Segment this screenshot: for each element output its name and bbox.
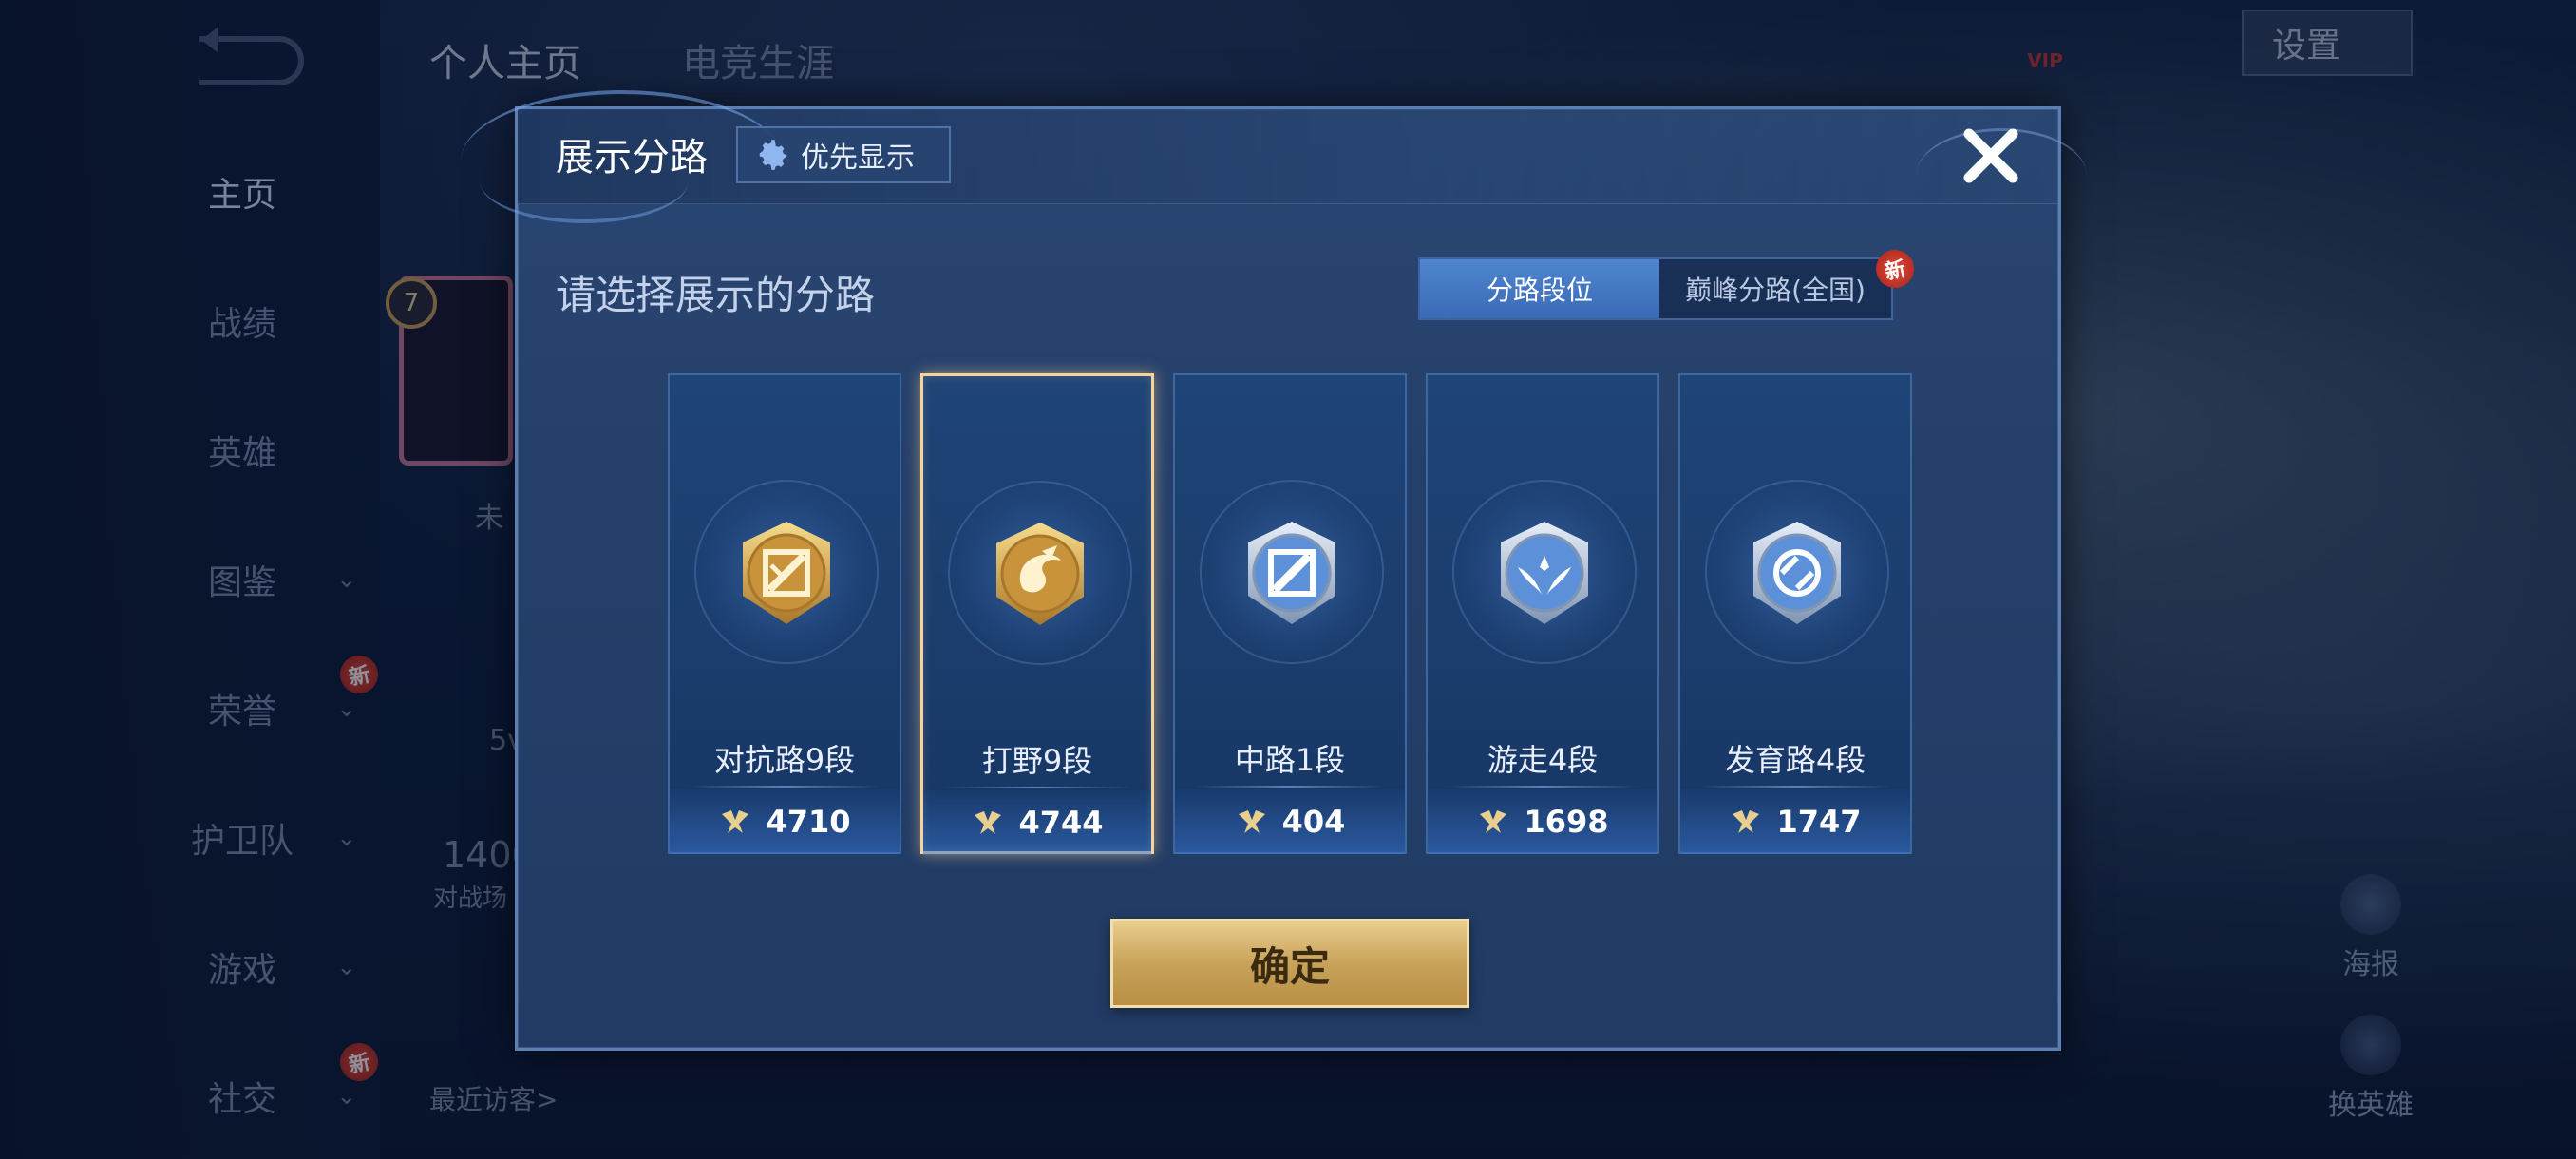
lane-mode-toggle: 分路段位 巅峰分路(全国) 新 [1418, 246, 1918, 320]
score-row: 1747 [1680, 789, 1910, 854]
lane-card[interactable]: 游走4段 1698 [1426, 373, 1659, 854]
lane-rank-label: 中路1段 [1234, 742, 1346, 778]
score-row: 4744 [923, 790, 1151, 855]
new-badge: 新 [1872, 246, 1918, 292]
lane-rank-label: 游走4段 [1487, 742, 1599, 778]
rank-points-icon [1238, 810, 1265, 833]
toggle-peak-lane[interactable]: 巅峰分路(全国) 新 [1659, 246, 1918, 318]
lane-score: 1698 [1524, 804, 1609, 840]
rank-points-icon [975, 811, 1002, 834]
lane-card[interactable]: 打野9段 4744 [920, 373, 1154, 855]
rank-points-icon [1480, 810, 1507, 833]
lane-score: 1747 [1776, 804, 1862, 840]
lane-card[interactable]: 中路1段 404 [1173, 373, 1407, 854]
rank-points-icon [722, 810, 749, 833]
lane-score: 4710 [766, 804, 851, 840]
modal-title: 展示分路 [556, 136, 708, 180]
score-row: 4710 [670, 789, 900, 854]
staff-icon [1237, 518, 1347, 628]
score-row: 1698 [1428, 789, 1657, 854]
lane-score: 404 [1281, 804, 1346, 840]
lane-score: 4744 [1018, 805, 1104, 841]
confirm-button[interactable]: 确定 [1110, 919, 1469, 1008]
rank-points-icon [1733, 810, 1760, 833]
priority-display-button[interactable]: 优先显示 [736, 126, 951, 183]
lane-rank-label: 对抗路9段 [713, 742, 856, 778]
score-row: 404 [1175, 789, 1405, 854]
gear-icon [759, 140, 787, 170]
lane-rank-label: 发育路4段 [1724, 742, 1866, 778]
toggle-peak-lane-label: 巅峰分路(全国) [1685, 275, 1866, 306]
lane-card[interactable]: 对抗路9段 4710 [668, 373, 901, 854]
wings-icon [1489, 518, 1600, 628]
divider [1447, 786, 1638, 788]
divider [942, 787, 1132, 788]
divider [689, 786, 881, 788]
dragon-icon [985, 519, 1095, 629]
divider [1194, 786, 1386, 788]
divider [1699, 786, 1891, 788]
target-icon [1742, 518, 1852, 628]
sword-shield-icon [731, 518, 842, 628]
lane-rank-label: 打野9段 [981, 743, 1093, 779]
close-icon[interactable] [1958, 123, 2024, 189]
toggle-lane-rank[interactable]: 分路段位 [1420, 259, 1659, 318]
lane-card[interactable]: 发育路4段 1747 [1678, 373, 1912, 854]
priority-display-label: 优先显示 [801, 142, 915, 175]
lane-display-modal: 展示分路 优先显示 请选择展示的分路 分路段位 巅峰分路(全国) 新 对抗路9段… [461, 90, 2087, 1051]
modal-header: 展示分路 优先显示 [461, 90, 2087, 223]
lane-select-prompt: 请选择展示的分路 [556, 272, 876, 318]
